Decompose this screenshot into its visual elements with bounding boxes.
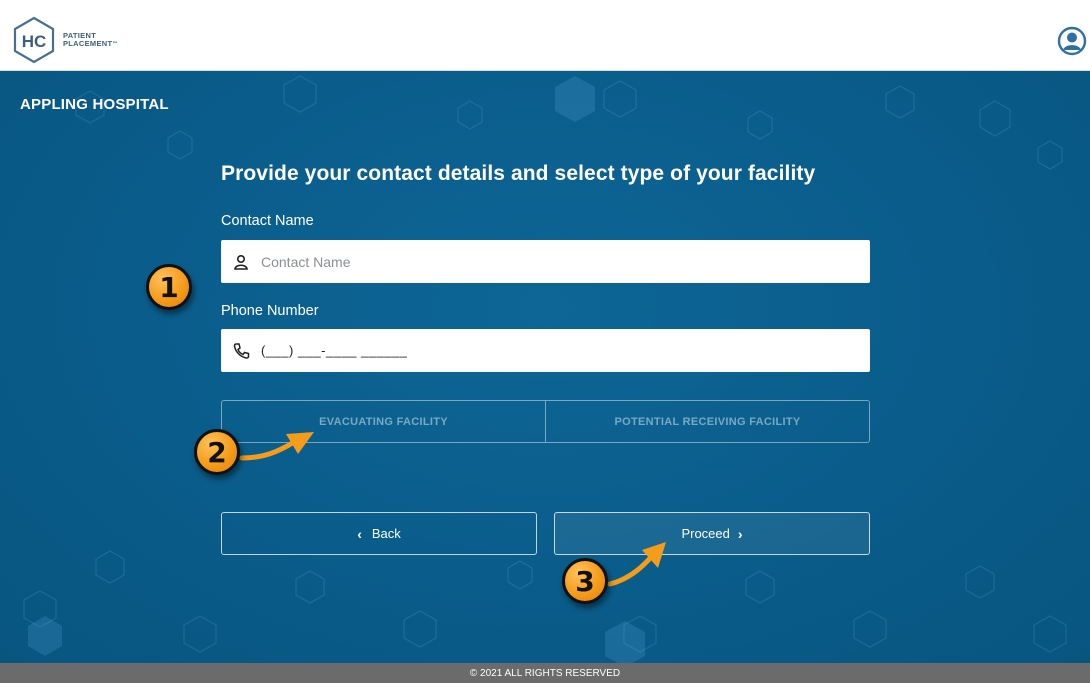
phone-number-input[interactable]: (___) ___-____ ______ [261,343,407,358]
chevron-right-icon: › [737,525,743,542]
hc-hexagon-logo-icon: HC [13,17,55,63]
annotation-badge-2: 2 [194,429,240,475]
hc-logo[interactable]: HC PATIENT PLACEMENT™ [13,17,118,63]
annotation-arrow-2-icon [239,432,314,461]
contact-name-field[interactable] [221,240,870,283]
user-account-icon[interactable] [1057,26,1087,56]
phone-number-field[interactable]: (___) ___-____ ______ [221,329,870,372]
proceed-button[interactable]: Proceed › [554,512,870,555]
top-bar: HC PATIENT PLACEMENT™ [0,0,1090,71]
footer: © 2021 ALL RIGHTS RESERVED [0,663,1090,683]
contact-name-input[interactable] [261,253,821,270]
annotation-arrow-3-icon [607,542,666,587]
facility-type-toggle: EVACUATING FACILITY POTENTIAL RECEIVING … [221,400,870,443]
contact-name-label: Contact Name [221,213,314,229]
phone-icon [221,342,261,360]
logo-wordmark: PATIENT PLACEMENT™ [63,32,118,48]
logo-line-2: PLACEMENT [63,39,113,48]
annotation-badge-1: 1 [146,264,192,310]
chevron-left-icon: ‹ [357,525,362,542]
proceed-button-label: Proceed [681,526,730,541]
page-heading: Provide your contact details and select … [221,162,816,185]
phone-number-label: Phone Number [221,303,319,319]
potential-receiving-facility-option[interactable]: POTENTIAL RECEIVING FACILITY [545,401,869,442]
back-button-label: Back [371,526,401,541]
back-button[interactable]: ‹ Back [221,512,537,555]
annotation-badge-3: 3 [562,558,608,604]
copyright-text: © 2021 ALL RIGHTS RESERVED [469,667,621,679]
person-icon [221,254,261,270]
main-panel: APPLING HOSPITAL Provide your contact de… [0,71,1090,663]
hospital-name: APPLING HOSPITAL [20,96,169,113]
logo-tm: ™ [112,41,118,47]
svg-text:HC: HC [22,32,47,51]
